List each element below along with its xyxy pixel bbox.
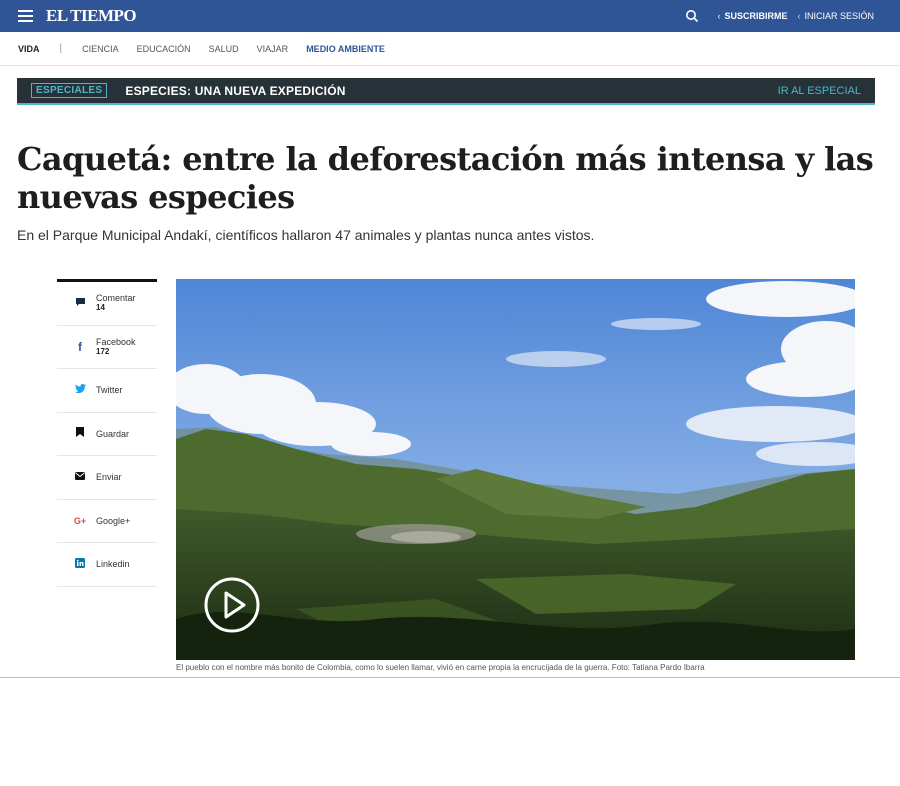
section-nav-item-ciencia[interactable]: CIENCIA xyxy=(82,44,119,54)
top-bar: EL TIEMPO ‹ SUSCRIBIRME ‹ INICIAR SESIÓN xyxy=(0,0,900,32)
share-linkedin-label: Linkedin xyxy=(96,559,130,570)
login-link[interactable]: ‹ INICIAR SESIÓN xyxy=(797,11,874,21)
section-nav-item-viajar[interactable]: VIAJAR xyxy=(257,44,289,54)
share-sidebar: Comentar 14 f Facebook 172 Twitter Guardar… xyxy=(57,279,157,587)
bookmark-icon xyxy=(73,427,87,440)
share-save-label: Guardar xyxy=(96,428,130,439)
play-button[interactable] xyxy=(204,577,260,633)
section-nav-main[interactable]: VIDA xyxy=(18,44,40,54)
divider xyxy=(0,677,900,678)
subscribe-link[interactable]: ‹ SUSCRIBIRME xyxy=(717,11,787,21)
share-linkedin[interactable]: Linkedin xyxy=(57,543,157,587)
google-plus-icon: G+ xyxy=(73,515,87,526)
site-logo[interactable]: EL TIEMPO xyxy=(46,6,137,26)
share-comment-count: 14 xyxy=(96,303,105,313)
article-subtitle: En el Parque Municipal Andakí, científic… xyxy=(17,227,595,243)
share-twitter-label: Twitter xyxy=(96,385,123,396)
chevron-left-icon: ‹ xyxy=(797,11,801,21)
share-google-plus[interactable]: G+ Google+ xyxy=(57,500,157,543)
chevron-left-icon: ‹ xyxy=(717,11,721,21)
share-facebook-count: 172 xyxy=(96,346,110,356)
share-email-label: Enviar xyxy=(96,472,122,483)
share-facebook-label: Facebook xyxy=(96,336,136,347)
valley-landscape-photo xyxy=(176,279,855,660)
top-actions: ‹ SUSCRIBIRME ‹ INICIAR SESIÓN xyxy=(685,0,874,32)
search-icon[interactable] xyxy=(685,9,699,23)
subscribe-label: SUSCRIBIRME xyxy=(724,11,788,21)
linkedin-icon xyxy=(73,557,87,571)
section-nav-item-educacion[interactable]: EDUCACIÓN xyxy=(137,44,191,54)
facebook-icon: f xyxy=(78,339,82,354)
section-nav-item-medio-ambiente[interactable]: MEDIO AMBIENTE xyxy=(306,44,385,54)
photo-caption: El pueblo con el nombre más bonito de Co… xyxy=(176,663,705,672)
special-title: ESPECIES: UNA NUEVA EXPEDICIÓN xyxy=(125,83,346,98)
section-nav-item-salud[interactable]: SALUD xyxy=(209,44,239,54)
share-save[interactable]: Guardar xyxy=(57,413,157,456)
article-title: Caquetá: entre la deforestación más inte… xyxy=(17,140,874,216)
hero-image xyxy=(176,279,855,660)
share-google-plus-label: Google+ xyxy=(96,515,131,526)
share-facebook[interactable]: f Facebook 172 xyxy=(57,326,157,369)
go-to-special-link[interactable]: IR AL ESPECIAL xyxy=(778,85,861,97)
section-nav-separator: | xyxy=(59,43,63,54)
share-comment[interactable]: Comentar 14 xyxy=(57,282,157,326)
twitter-icon xyxy=(73,384,87,396)
share-comment-label: Comentar xyxy=(96,293,136,304)
section-nav: VIDA | CIENCIA EDUCACIÓN SALUD VIAJAR ME… xyxy=(0,32,900,66)
hamburger-icon[interactable] xyxy=(18,10,33,22)
special-banner: ESPECIALES ESPECIES: UNA NUEVA EXPEDICIÓ… xyxy=(17,78,875,105)
comment-icon xyxy=(73,297,87,310)
share-twitter[interactable]: Twitter xyxy=(57,369,157,413)
login-label: INICIAR SESIÓN xyxy=(804,11,874,21)
share-email[interactable]: Enviar xyxy=(57,456,157,500)
especiales-badge[interactable]: ESPECIALES xyxy=(31,83,108,98)
mail-icon xyxy=(73,471,87,483)
